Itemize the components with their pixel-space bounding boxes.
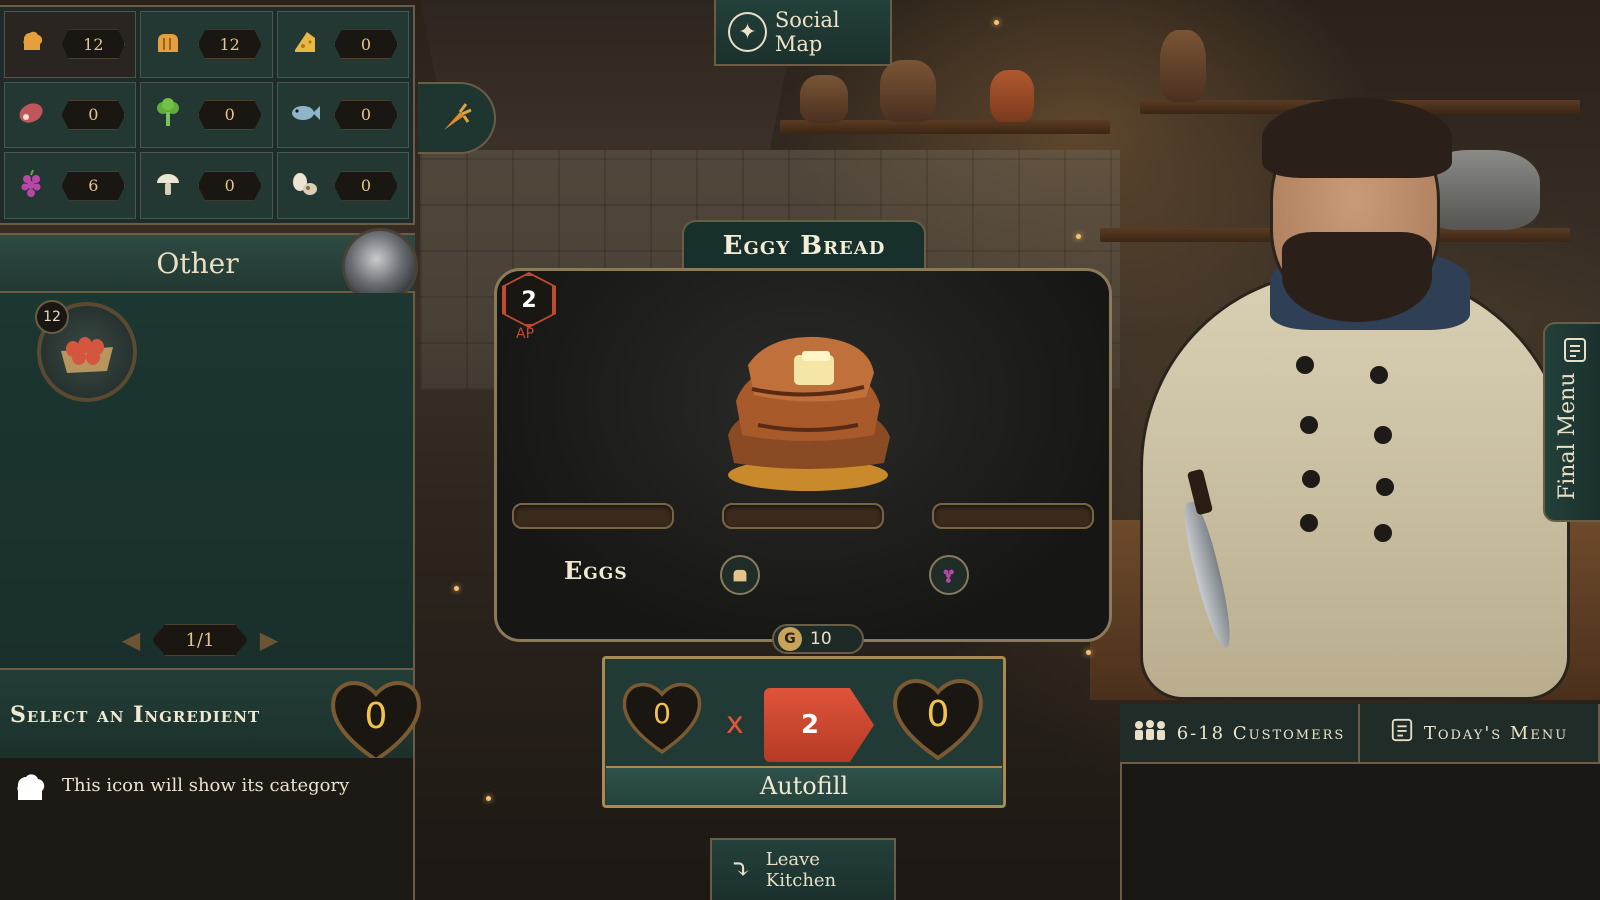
vegetable-filter-tab[interactable]	[418, 82, 496, 154]
ingredient-cell-meat[interactable]: 0	[4, 81, 137, 149]
ingredient-grid: 12 12 0 0 0 0 6 0 0	[0, 5, 415, 225]
ember	[1076, 234, 1081, 239]
chef-hair	[1262, 98, 1452, 178]
multiply-sign: x	[726, 706, 744, 741]
ap-label: AP	[516, 326, 535, 342]
gold-value: 10	[810, 629, 832, 649]
social-map-label: Social Map	[774, 8, 840, 56]
left-heart-value: 0	[653, 696, 671, 730]
egg-nut-icon	[288, 170, 322, 202]
todays-menu-label: Today's Menu	[1423, 722, 1569, 744]
ingredient-cell-fruit[interactable]: 6	[4, 152, 137, 219]
leave-kitchen-label: Leave Kitchen	[765, 849, 837, 891]
turn-arrow-icon: ⤵	[730, 855, 752, 885]
kettle	[880, 60, 936, 122]
chef-button	[1300, 416, 1318, 434]
fish-icon	[288, 100, 322, 130]
egg-basket-icon	[61, 337, 113, 373]
carrot-icon	[444, 103, 472, 130]
ingredient-count: 0	[333, 99, 398, 130]
ingredient-cell-vegetable[interactable]: 0	[140, 81, 273, 149]
leave-kitchen-button[interactable]: ⤵ Leave Kitchen	[710, 838, 896, 900]
quantity-value: 2	[800, 710, 820, 740]
ingredient-count: 12	[197, 29, 262, 60]
chef-button	[1302, 470, 1320, 488]
ember	[994, 20, 999, 25]
ingredient-count: 12	[61, 29, 126, 60]
grapes-icon	[929, 555, 969, 595]
left-heart: 0	[620, 676, 704, 756]
chef-button	[1296, 356, 1314, 374]
copper-pot	[990, 70, 1034, 122]
ingredient-slot-2[interactable]	[722, 503, 884, 529]
affection-value: 0	[364, 695, 388, 737]
ingredient-cell-dairy[interactable]: 12	[4, 11, 137, 78]
compass-icon: ✦	[728, 12, 767, 52]
ingredient-count: 0	[197, 170, 262, 201]
chef-button	[1300, 514, 1318, 532]
ingredient-count: 0	[333, 29, 398, 60]
ingredient-cell-bread[interactable]: 12	[140, 11, 273, 78]
social-map-button[interactable]: ✦ Social Map	[714, 0, 892, 66]
ingredient-slot-3[interactable]	[932, 503, 1094, 529]
select-ingredient-title: Select an Ingredient	[10, 702, 261, 728]
ingredient-cell-fungi[interactable]: 0	[140, 152, 273, 219]
affection-heart: 0	[328, 674, 424, 764]
autofill-button[interactable]: Autofill	[606, 766, 1002, 804]
cheese-icon	[288, 28, 322, 60]
pot	[800, 75, 848, 123]
ingredient-count: 0	[61, 99, 126, 130]
ingredient-count: 0	[197, 99, 262, 130]
chef-hat-icon	[15, 28, 49, 60]
meat-icon	[15, 99, 49, 131]
grapes-icon	[15, 169, 49, 203]
tab-todays-menu[interactable]: Today's Menu	[1360, 704, 1600, 764]
item-count-badge: 12	[35, 300, 69, 334]
autofill-label: Autofill	[759, 772, 849, 800]
tab-customers[interactable]: 6-18 Customers	[1120, 704, 1360, 764]
crowd-icon	[1133, 719, 1167, 747]
mushroom-icon	[151, 170, 185, 202]
ingredient-count: 0	[333, 170, 398, 201]
customers-label: 6-18 Customers	[1176, 722, 1346, 744]
right-heart: 0	[886, 672, 990, 762]
ingredient-slot-1[interactable]	[512, 503, 674, 529]
chef-hat-icon	[10, 768, 50, 816]
menu-card-icon	[1390, 717, 1414, 749]
hint-text: This icon will show its category	[62, 775, 350, 796]
chef-button	[1374, 524, 1392, 542]
category-title: Other	[156, 246, 239, 280]
eggy-bread-image	[728, 336, 890, 491]
menu-tabs: 6-18 Customers Today's Menu	[1120, 704, 1600, 764]
ap-value: 2	[521, 287, 537, 313]
ingredient-cell-fish[interactable]: 0	[276, 81, 409, 149]
chef-button	[1370, 366, 1388, 384]
right-heart-value: 0	[926, 693, 950, 735]
final-menu-label: Final Menu	[1555, 372, 1580, 501]
pager-value: 1/1	[152, 624, 248, 656]
chef-button	[1376, 478, 1394, 496]
ember	[486, 796, 491, 801]
broccoli-icon	[151, 97, 185, 132]
chef-button	[1374, 426, 1392, 444]
ember	[1086, 650, 1091, 655]
bread-icon	[151, 28, 185, 60]
gold-coin-icon: G	[778, 627, 802, 651]
bread-icon	[720, 555, 760, 595]
ingredient-cell-other[interactable]: 0	[276, 152, 409, 219]
pager: ◀ 1/1 ▶	[120, 622, 280, 658]
ember	[454, 586, 459, 591]
jug	[1160, 30, 1206, 102]
recipe-title: Eggy Bread	[722, 231, 886, 261]
ingredient-count: 6	[61, 170, 126, 201]
menu-card-icon	[1562, 336, 1588, 370]
pager-next-button[interactable]: ▶	[258, 622, 280, 658]
recipe-gold-cost: G 10	[772, 624, 864, 654]
ingredient-cell-cheese[interactable]: 0	[276, 11, 409, 78]
chef-beard	[1282, 232, 1432, 322]
slot-1-label: Eggs	[564, 556, 628, 585]
recipe-title-tab: Eggy Bread	[682, 220, 926, 270]
pager-prev-button[interactable]: ◀	[120, 622, 142, 658]
